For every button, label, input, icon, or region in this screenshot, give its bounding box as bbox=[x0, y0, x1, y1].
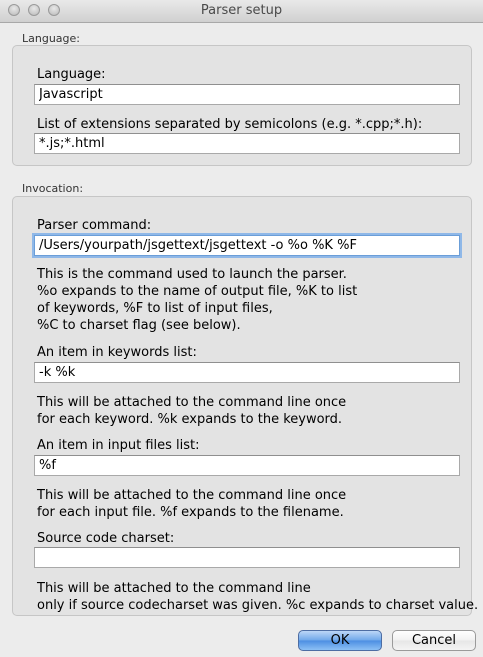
extensions-label: List of extensions separated by semicolo… bbox=[37, 117, 423, 132]
parser-command-label: Parser command: bbox=[37, 218, 152, 233]
cancel-button[interactable]: Cancel bbox=[392, 630, 476, 651]
charset-field[interactable] bbox=[34, 547, 460, 568]
language-section-label: Language: bbox=[22, 32, 80, 45]
title-bar[interactable]: Parser setup bbox=[0, 0, 483, 23]
charset-help: This will be attached to the command lin… bbox=[37, 581, 479, 613]
charset-label: Source code charset: bbox=[37, 531, 175, 546]
extensions-field[interactable] bbox=[34, 133, 460, 154]
keywords-help: This will be attached to the command lin… bbox=[37, 395, 347, 427]
input-files-help: This will be attached to the command lin… bbox=[37, 488, 347, 520]
input-files-field[interactable] bbox=[34, 455, 460, 476]
parser-setup-dialog: Parser setup Language: Language: List of… bbox=[0, 0, 483, 657]
keywords-field[interactable] bbox=[34, 362, 460, 383]
language-label: Language: bbox=[37, 67, 106, 82]
parser-command-field[interactable] bbox=[34, 235, 460, 256]
window-title: Parser setup bbox=[200, 3, 283, 18]
language-field[interactable] bbox=[34, 84, 460, 105]
keywords-label: An item in keywords list: bbox=[37, 345, 197, 360]
input-files-label: An item in input files list: bbox=[37, 438, 200, 453]
ok-button[interactable]: OK bbox=[298, 630, 382, 651]
parser-command-help: This is the command used to launch the p… bbox=[37, 267, 358, 333]
invocation-section-label: Invocation: bbox=[22, 182, 84, 195]
